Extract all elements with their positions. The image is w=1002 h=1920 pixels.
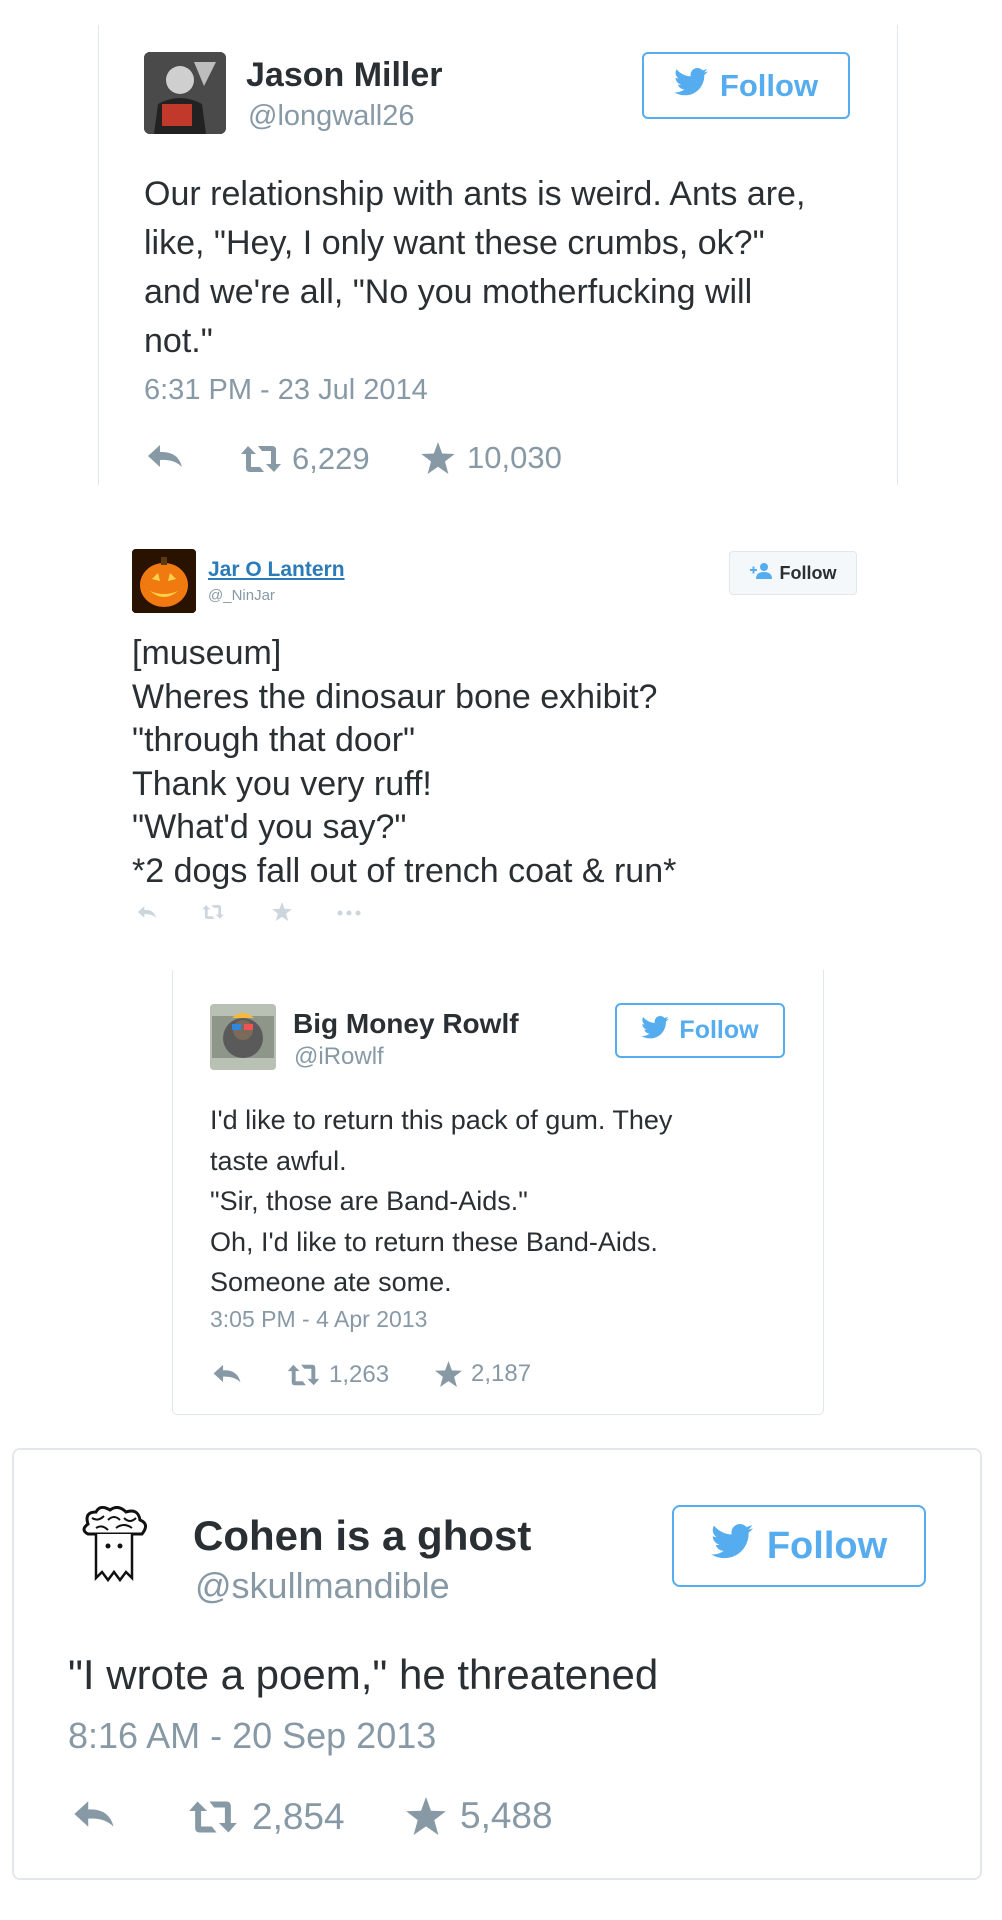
- retweet-button[interactable]: [201, 904, 225, 920]
- favorite-button[interactable]: 5,488: [406, 1795, 553, 1837]
- tweet-text-line: I'd like to return this pack of gum. The…: [210, 1105, 673, 1135]
- favorite-count: 10,030: [467, 440, 562, 475]
- reply-button[interactable]: [146, 443, 184, 469]
- retweet-icon: [241, 446, 281, 472]
- tweet-text-line: Someone ate some.: [210, 1267, 452, 1297]
- retweet-button[interactable]: 2,854: [188, 1796, 345, 1838]
- twitter-bird-icon: [710, 1523, 753, 1569]
- avatar[interactable]: [78, 1506, 152, 1592]
- star-icon: [406, 1797, 446, 1835]
- twitter-bird-icon: [674, 67, 708, 104]
- user-handle[interactable]: @_NinJar: [208, 587, 275, 604]
- follow-button[interactable]: Follow: [672, 1505, 926, 1587]
- user-name[interactable]: Jason Miller: [246, 56, 443, 95]
- favorite-count: 2,187: [471, 1360, 532, 1387]
- tweet-text: "I wrote a poem," he threatened: [68, 1648, 658, 1702]
- star-icon: [421, 442, 455, 474]
- follow-button[interactable]: Follow: [729, 551, 857, 595]
- avatar[interactable]: [144, 52, 226, 134]
- user-name[interactable]: Cohen is a ghost: [193, 1512, 531, 1560]
- retweet-count: 6,229: [292, 441, 370, 476]
- reply-icon: [213, 1364, 241, 1383]
- tweet-text: [museum] Wheres the dinosaur bone exhibi…: [132, 632, 676, 893]
- user-name[interactable]: Big Money Rowlf: [293, 1008, 519, 1040]
- tweet-text-line: like, "Hey, I only want these crumbs, ok…: [144, 224, 765, 262]
- tweet-timestamp[interactable]: 6:31 PM - 23 Jul 2014: [144, 374, 428, 407]
- follow-label: Follow: [779, 562, 837, 583]
- tweet-text-line: *2 dogs fall out of trench coat & run*: [132, 851, 677, 890]
- user-handle[interactable]: @iRowlf: [294, 1043, 384, 1071]
- tweet-text-line: "Sir, those are Band-Aids.": [210, 1186, 528, 1216]
- tweet-text-line: not.": [144, 322, 213, 360]
- retweet-button[interactable]: 6,229: [240, 441, 370, 477]
- follow-label: Follow: [719, 67, 819, 103]
- tweet-timestamp[interactable]: 3:05 PM - 4 Apr 2013: [210, 1306, 427, 1333]
- follow-label: Follow: [679, 1016, 759, 1044]
- star-icon: [272, 902, 292, 921]
- follow-label: Follow: [766, 1524, 888, 1567]
- favorite-button[interactable]: 10,030: [421, 440, 562, 476]
- reply-icon: [148, 445, 182, 467]
- tweet-text: I'd like to return this pack of gum. The…: [210, 1100, 672, 1303]
- avatar[interactable]: [210, 1004, 276, 1070]
- tweet-text-line: Oh, I'd like to return these Band-Aids.: [210, 1226, 658, 1257]
- avatar[interactable]: [132, 549, 196, 613]
- retweet-count: 2,854: [252, 1796, 345, 1837]
- retweet-icon: [287, 1364, 320, 1386]
- twitter-bird-icon: [641, 1015, 670, 1046]
- follow-button[interactable]: Follow: [615, 1003, 785, 1058]
- tweet-text-line: Wheres the dinosaur bone exhibit?: [132, 677, 658, 716]
- retweet-icon: [202, 905, 224, 919]
- favorite-count: 5,488: [460, 1795, 553, 1836]
- add-user-icon: [749, 562, 772, 584]
- more-icon: [337, 910, 361, 916]
- tweet-text-line: and we're all, "No you motherfucking wil…: [144, 273, 753, 311]
- retweet-count: 1,263: [329, 1361, 390, 1388]
- tweet-text-line: taste awful.: [210, 1145, 347, 1176]
- reply-button[interactable]: [72, 1799, 116, 1829]
- reply-icon: [74, 1801, 114, 1827]
- tweet-text-line: "through that door": [132, 721, 416, 759]
- tweet-text-line: [museum]: [132, 634, 282, 672]
- retweet-icon: [189, 1801, 237, 1833]
- follow-button[interactable]: Follow: [642, 52, 850, 119]
- retweet-button[interactable]: 1,263: [287, 1361, 389, 1389]
- reply-button[interactable]: [212, 1363, 242, 1384]
- user-name[interactable]: Jar O Lantern: [208, 558, 345, 582]
- tweet-text-line: Our relationship with ants is weird. Ant…: [144, 175, 806, 213]
- user-handle[interactable]: @longwall26: [248, 100, 414, 133]
- reply-icon: [137, 906, 157, 918]
- tweet-text-line: "What'd you say?": [132, 808, 407, 846]
- tweet-timestamp[interactable]: 8:16 AM - 20 Sep 2013: [68, 1715, 436, 1757]
- user-handle[interactable]: @skullmandible: [195, 1565, 450, 1607]
- tweet-text: Our relationship with ants is weird. Ant…: [144, 170, 805, 366]
- favorite-button[interactable]: 2,187: [435, 1360, 531, 1388]
- favorite-button[interactable]: [272, 902, 292, 921]
- more-button[interactable]: [337, 910, 361, 916]
- star-icon: [435, 1361, 462, 1387]
- tweet-text-line: Thank you very ruff!: [132, 764, 432, 803]
- reply-button[interactable]: [136, 905, 158, 919]
- tweet-text-line: "I wrote a poem," he threatened: [68, 1651, 659, 1698]
